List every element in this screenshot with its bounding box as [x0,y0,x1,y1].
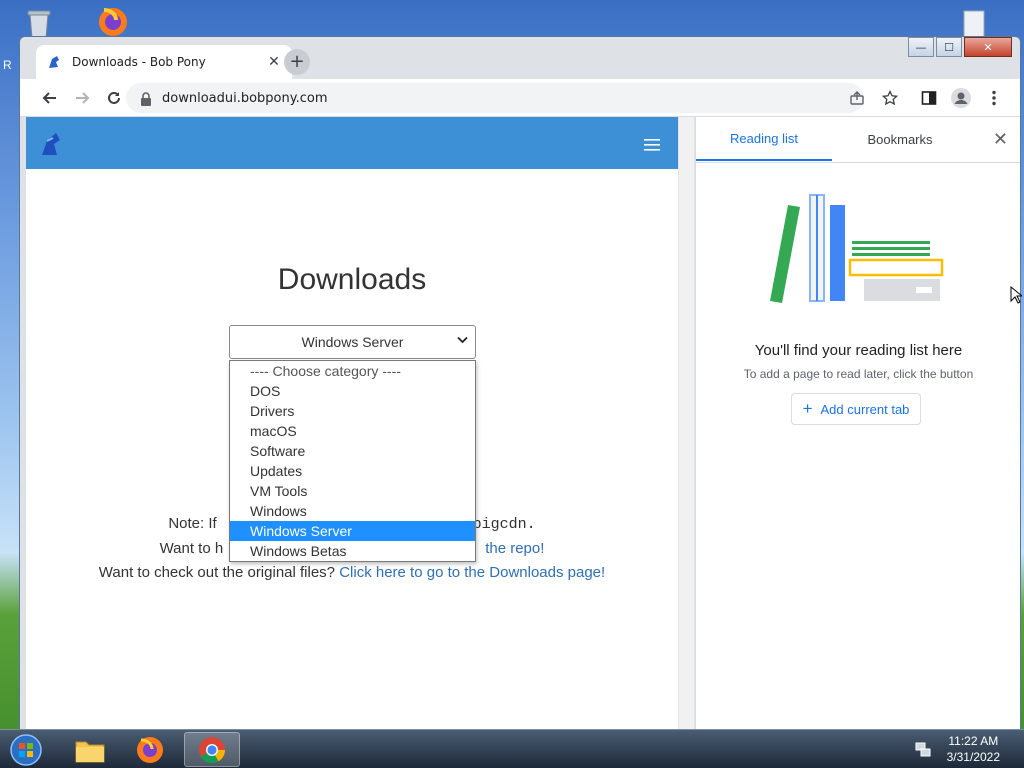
mouse-cursor-icon [1010,285,1024,308]
want-prefix: Want to h [159,540,224,557]
hamburger-menu-icon[interactable] [644,136,660,151]
recycle-bin-icon[interactable] [22,6,56,40]
side-panel-divider [696,162,1020,163]
reading-list-illustration [766,191,946,306]
page-title: Downloads [277,263,427,296]
window-controls: — ☐ ✕ [906,37,1012,57]
dropdown-option-selected[interactable]: Windows Server [230,521,475,541]
desktop-edge-label: R [3,58,12,72]
add-current-tab-label: Add current tab [820,401,910,417]
dropdown-option[interactable]: Windows Betas [230,541,475,561]
site-logo-icon[interactable] [38,129,64,157]
dropdown-option[interactable]: ---- Choose category ---- [230,361,475,381]
address-bar[interactable]: downloadui.bobpony.com [126,83,864,113]
plus-icon: + [802,399,813,418]
new-tab-button[interactable]: + [284,49,310,75]
tab-strip: Downloads - Bob Pony ✕ + — ☐ ✕ [20,37,1020,79]
minimize-button[interactable]: — [908,37,934,57]
reading-list-subtext: To add a page to read later, click the b… [743,367,974,381]
forward-arrow-icon[interactable] [66,82,98,114]
category-dropdown-list: ---- Choose category ---- DOS Drivers ma… [229,360,476,562]
dropdown-option[interactable]: VM Tools [230,481,475,501]
file-explorer-taskbar-icon[interactable] [62,732,118,767]
dropdown-option[interactable]: Windows [230,501,475,521]
lock-icon[interactable] [140,91,152,106]
taskbar-clock[interactable]: 11:22 AM 3/31/2022 [947,733,1000,765]
category-select[interactable]: Windows Server [229,325,476,359]
start-button[interactable] [0,732,52,767]
tab-bookmarks[interactable]: Bookmarks [832,117,968,161]
back-arrow-icon[interactable] [34,82,66,114]
page-scrollbar[interactable] [678,117,694,735]
menu-kebab-icon[interactable] [978,82,1010,114]
bookmark-star-icon[interactable] [874,82,906,114]
side-panel-icon[interactable] [913,82,945,114]
bobpony-favicon-icon [46,54,62,70]
chevron-down-icon [457,335,468,347]
clock-time: 11:22 AM [948,734,999,748]
dropdown-option[interactable]: macOS [230,421,475,441]
dropdown-option[interactable]: Software [230,441,475,461]
note-prefix: Note: If [168,515,217,532]
tab-downloads[interactable]: Downloads - Bob Pony ✕ [36,45,292,79]
add-current-tab-button[interactable]: + Add current tab [791,393,921,425]
chrome-taskbar-icon[interactable] [184,732,240,767]
tab-reading-list[interactable]: Reading list [696,117,832,161]
taskbar: 11:22 AM 3/31/2022 [0,729,1024,768]
profile-avatar-icon[interactable] [945,82,977,114]
network-tray-icon[interactable] [914,740,932,758]
window-close-button[interactable]: ✕ [964,37,1012,57]
clock-date: 3/31/2022 [946,750,1000,764]
dropdown-option[interactable]: Drivers [230,401,475,421]
category-select-value: Windows Server [301,334,404,350]
site-header [26,117,678,169]
dropdown-option[interactable]: DOS [230,381,475,401]
dropdown-option[interactable]: Updates [230,461,475,481]
browser-window: Downloads - Bob Pony ✕ + — ☐ ✕ downloadu… [19,36,1021,736]
note-suffix: pigcdn. [472,516,536,533]
tab-title: Downloads - Bob Pony [72,55,206,69]
original-files-line: Want to check out the original files? Cl… [26,564,678,581]
firefox-taskbar-icon[interactable] [122,732,178,767]
browser-toolbar: downloadui.bobpony.com [20,79,1020,117]
web-page: Downloads Windows Server Note: If pigcdn.… [26,117,678,735]
repo-link[interactable]: the repo! [485,540,544,557]
side-panel-close-icon[interactable]: ✕ [993,131,1008,149]
url-text: downloadui.bobpony.com [162,90,328,106]
downloads-page-link[interactable]: Click here to go to the Downloads page! [339,564,605,581]
firefox-desktop-icon[interactable] [96,4,130,38]
reading-list-heading: You'll find your reading list here [754,342,963,359]
tab-close-icon[interactable]: ✕ [266,54,282,70]
share-icon[interactable] [841,82,873,114]
reading-list-panel: Reading list Bookmarks ✕ You'll find you… [695,117,1020,735]
original-files-text: Want to check out the original files? [98,564,336,581]
maximize-button[interactable]: ☐ [936,37,962,57]
